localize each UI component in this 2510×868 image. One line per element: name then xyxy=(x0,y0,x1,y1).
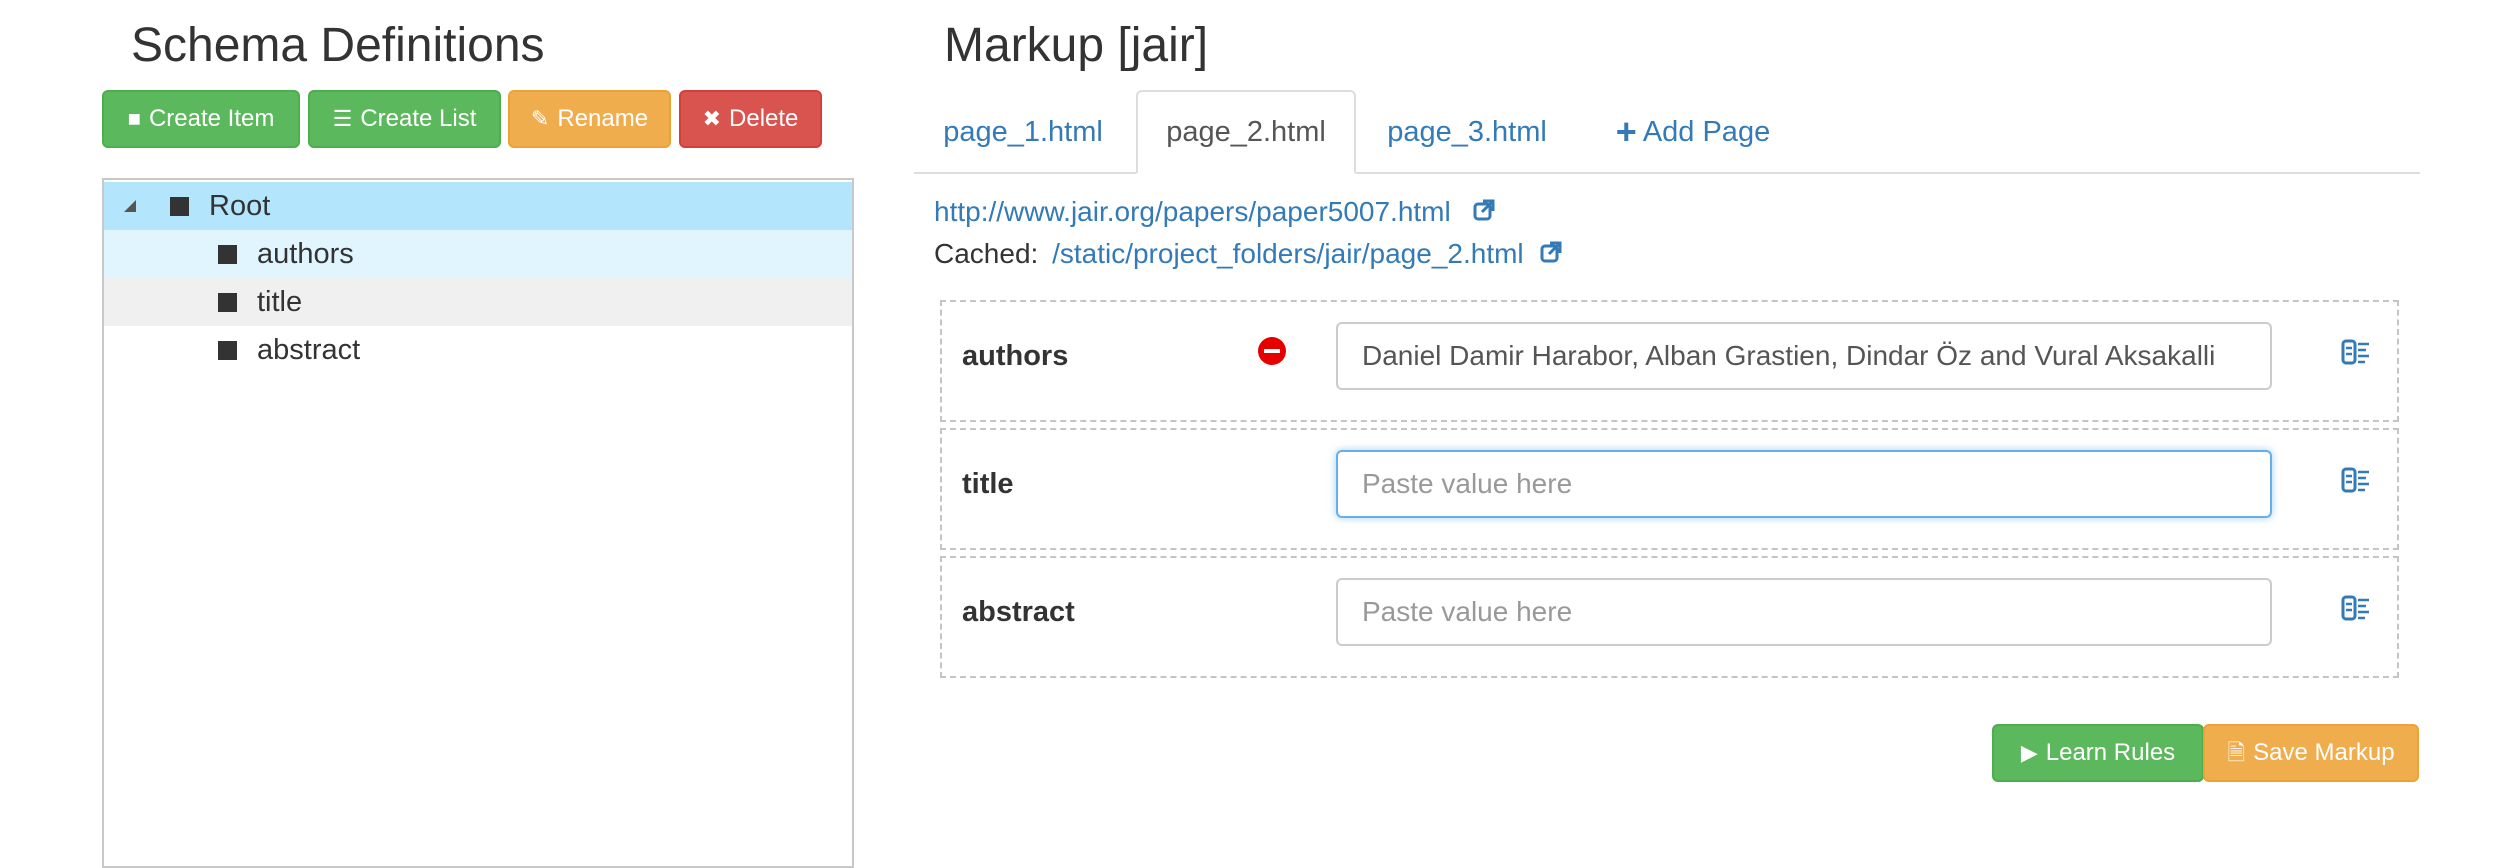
cached-label: Cached: xyxy=(934,238,1039,269)
schema-title: Schema Definitions xyxy=(131,19,545,72)
title-value-input[interactable] xyxy=(1336,450,2272,518)
save-markup-label: Save Markup xyxy=(2253,739,2395,766)
cached-link-row: Cached: /static/project_folders/jair/pag… xyxy=(934,238,1524,270)
expand-toggle-icon[interactable] xyxy=(124,200,136,212)
node-square-icon xyxy=(218,292,237,312)
field-label-title: title xyxy=(962,468,1014,500)
rule-editor-icon[interactable] xyxy=(2341,593,2371,623)
node-square-icon xyxy=(218,244,237,264)
tab-page-1[interactable]: page_1.html xyxy=(926,90,1120,174)
external-link-icon[interactable] xyxy=(1540,241,1562,263)
field-label-abstract: abstract xyxy=(962,596,1075,628)
source-link-row: http://www.jair.org/papers/paper5007.htm… xyxy=(934,196,1451,228)
tree-node-label: Root xyxy=(209,189,271,222)
tree-node-label: title xyxy=(257,285,303,318)
schema-tree: Root authors title abstract xyxy=(102,178,854,868)
learn-rules-button[interactable]: ▶ Learn Rules xyxy=(1992,724,2204,782)
tree-node-label: abstract xyxy=(257,333,361,366)
tree-node-label: authors xyxy=(257,237,354,270)
tab-page-3[interactable]: page_3.html xyxy=(1372,90,1562,174)
field-label-authors: authors xyxy=(962,340,1069,372)
create-item-button[interactable]: ■ Create Item xyxy=(102,90,300,148)
plus-icon: + xyxy=(1615,111,1637,152)
cached-url-link[interactable]: /static/project_folders/jair/page_2.html xyxy=(1052,238,1524,269)
markup-title: Markup [jair] xyxy=(944,19,1209,72)
add-page-label: Add Page xyxy=(1642,115,1771,148)
pencil-icon: ✎ xyxy=(530,106,550,131)
external-link-icon[interactable] xyxy=(1473,199,1495,221)
remove-value-icon[interactable] xyxy=(1258,337,1286,365)
rename-label: Rename xyxy=(557,105,649,132)
tree-node-title[interactable]: title xyxy=(104,278,852,326)
tree-node-root[interactable]: Root xyxy=(104,182,852,230)
add-page-tab[interactable]: + Add Page xyxy=(1598,90,1788,174)
tab-page-2[interactable]: page_2.html xyxy=(1136,90,1356,174)
list-icon: ☰ xyxy=(332,106,353,131)
delete-button[interactable]: ✖ Delete xyxy=(679,90,822,148)
learn-rules-label: Learn Rules xyxy=(2045,739,2176,766)
close-icon: ✖ xyxy=(702,106,722,131)
rule-editor-icon[interactable] xyxy=(2341,465,2371,495)
source-url-link[interactable]: http://www.jair.org/papers/paper5007.htm… xyxy=(934,196,1451,227)
authors-value-input[interactable] xyxy=(1336,322,2272,390)
abstract-value-input[interactable] xyxy=(1336,578,2272,646)
tree-node-authors[interactable]: authors xyxy=(104,230,852,278)
square-icon: ■ xyxy=(127,106,141,131)
node-square-icon xyxy=(170,196,189,216)
rule-editor-icon[interactable] xyxy=(2341,337,2371,367)
delete-label: Delete xyxy=(729,105,799,132)
rename-button[interactable]: ✎ Rename xyxy=(508,90,671,148)
tree-node-abstract[interactable]: abstract xyxy=(104,326,852,374)
node-square-icon xyxy=(218,340,237,360)
play-icon: ▶ xyxy=(2020,740,2038,765)
create-list-button[interactable]: ☰ Create List xyxy=(308,90,501,148)
create-item-label: Create Item xyxy=(148,105,275,132)
save-markup-button[interactable]: 🗎 Save Markup xyxy=(2203,724,2419,782)
file-icon: 🗎 xyxy=(2227,740,2246,765)
create-list-label: Create List xyxy=(360,105,477,132)
